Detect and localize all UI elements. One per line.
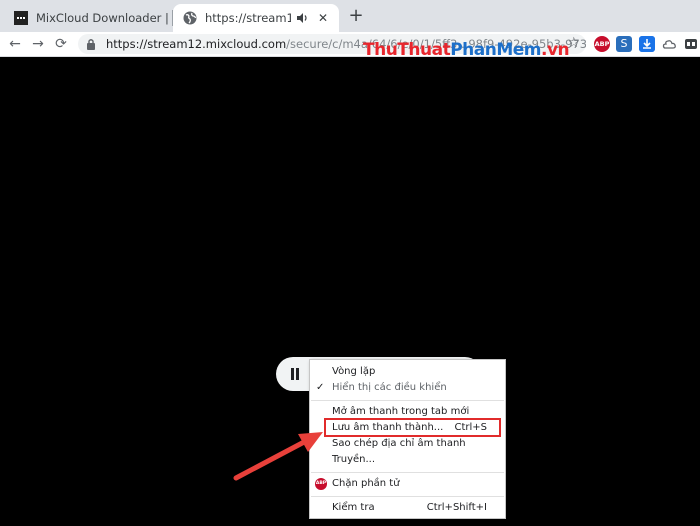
- tab-strip: MixCloud Downloader | SaveLink https://s…: [0, 0, 700, 32]
- menu-separator: [311, 400, 504, 401]
- reload-button[interactable]: ⟳: [52, 35, 70, 53]
- watermark-logo: ThuThuatPhanMem.vn: [363, 40, 570, 60]
- menu-separator: [311, 472, 504, 473]
- arrow-shaft: [233, 438, 309, 481]
- close-tab-icon[interactable]: ✕: [315, 11, 331, 25]
- watermark-part-1: ThuThuat: [363, 40, 451, 60]
- menu-item-copy-audio-address[interactable]: Sao chép địa chỉ âm thanh: [310, 436, 505, 452]
- highlight-box: [324, 418, 501, 437]
- bookmark-star-icon[interactable]: ☆: [567, 35, 580, 51]
- context-menu: Vòng lặp ✓ Hiển thị các điều khiển Mở âm…: [309, 359, 506, 519]
- menu-item-shortcut: Ctrl+Shift+I: [426, 502, 487, 513]
- menu-item-label: Kiểm tra: [332, 502, 375, 513]
- menu-separator: [311, 496, 504, 497]
- lock-icon: [87, 39, 95, 50]
- watermark-part-3: .vn: [541, 40, 570, 60]
- s-extension-icon[interactable]: S: [616, 36, 632, 52]
- tab-stream-audio[interactable]: https://stream12.mixcloud.com ✕: [173, 4, 339, 32]
- adblock-plus-icon: ABP: [315, 478, 327, 490]
- watermark-part-2: PhanMem: [450, 40, 541, 60]
- menu-item-label: Chặn phần tử: [332, 478, 400, 489]
- menu-item-loop[interactable]: Vòng lặp: [310, 364, 505, 380]
- download-extension-icon[interactable]: [639, 36, 655, 52]
- tab-title: MixCloud Downloader | SaveLink: [36, 11, 172, 25]
- cloud-extension-icon[interactable]: [661, 36, 677, 52]
- menu-item-label: Vòng lặp: [332, 366, 376, 377]
- pause-icon[interactable]: [290, 368, 300, 380]
- menu-item-label: Truyền...: [332, 454, 376, 465]
- menu-item-label: Sao chép địa chỉ âm thanh: [332, 438, 466, 449]
- browser-toolbar: ← → ⟳ https://stream12.mixcloud.com/secu…: [0, 32, 700, 57]
- speaker-icon[interactable]: [295, 11, 309, 25]
- menu-item-inspect[interactable]: Kiểm tra Ctrl+Shift+I: [310, 500, 505, 516]
- extension-icon[interactable]: [683, 36, 699, 52]
- check-icon: ✓: [316, 382, 325, 393]
- globe-icon: [183, 11, 197, 25]
- tab-mixcloud-downloader[interactable]: MixCloud Downloader | SaveLink: [4, 4, 172, 32]
- forward-button[interactable]: →: [29, 35, 47, 53]
- tab-title: https://stream12.mixcloud.com: [205, 11, 291, 25]
- savelink-favicon-icon: [14, 11, 28, 25]
- adblock-plus-extension-icon[interactable]: ABP: [594, 36, 610, 52]
- url-host: https://stream12.mixcloud.com: [106, 37, 287, 51]
- back-button[interactable]: ←: [6, 35, 24, 53]
- menu-item-show-controls[interactable]: ✓ Hiển thị các điều khiển: [310, 380, 505, 396]
- menu-item-cast[interactable]: Truyền...: [310, 452, 505, 468]
- menu-item-block-element[interactable]: ABP Chặn phần tử: [310, 476, 505, 492]
- menu-item-label: Hiển thị các điều khiển: [332, 382, 447, 393]
- new-tab-button[interactable]: +: [346, 7, 366, 27]
